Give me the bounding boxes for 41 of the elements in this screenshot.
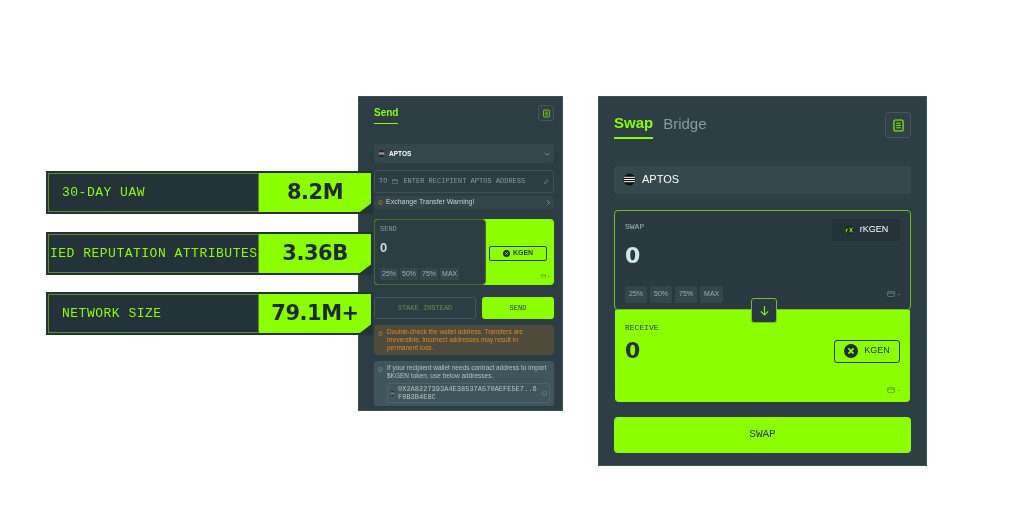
edit-icon xyxy=(543,178,549,185)
warning-icon xyxy=(378,200,383,205)
chevron-icon xyxy=(544,151,550,156)
copy-icon xyxy=(540,390,547,396)
chain-icon xyxy=(378,150,385,157)
chevron-icon xyxy=(547,200,550,205)
tab[interactable]: Swap xyxy=(614,112,654,139)
token-icon xyxy=(844,344,859,358)
stat-label: 30-DAY UAW xyxy=(62,183,145,202)
folder-icon xyxy=(392,179,399,184)
chain-icon xyxy=(390,390,395,396)
info-icon xyxy=(378,367,383,372)
history-button[interactable] xyxy=(885,112,911,138)
amount-value: 0 xyxy=(380,240,389,254)
arrow-down-icon xyxy=(758,304,770,316)
token-button[interactable]: KGEN xyxy=(834,339,900,363)
tab[interactable]: Bridge xyxy=(663,112,707,139)
swap-direction-button[interactable] xyxy=(751,297,777,323)
warning-icon xyxy=(378,331,383,336)
token-button[interactable]: rKGEN xyxy=(832,218,900,241)
amount-value: 0 xyxy=(625,340,641,362)
stat-value: 79.1M+ xyxy=(271,299,359,327)
stat-label: IED REPUTATION ATTRIBUTES xyxy=(50,244,258,263)
document-icon xyxy=(542,108,550,118)
network-selector[interactable]: APTOS xyxy=(614,165,911,194)
document-icon xyxy=(892,118,904,132)
stat-value: 8.2M xyxy=(286,178,344,206)
box-label: RECEIVE xyxy=(625,321,660,334)
stat-label: NETWORK SIZE xyxy=(62,304,162,323)
token-icon xyxy=(502,249,510,257)
chain-icon xyxy=(623,173,636,186)
amount-value: 0 xyxy=(625,244,642,267)
stat-value: 3.36B xyxy=(282,239,348,267)
token-icon xyxy=(843,224,855,235)
wallet-icon xyxy=(886,387,895,394)
swap-button[interactable]: SWAP xyxy=(614,416,911,453)
tab[interactable]: Send xyxy=(374,105,399,124)
wallet-icon xyxy=(540,273,546,278)
box-label: SWAP xyxy=(625,220,645,233)
wallet-icon xyxy=(886,291,895,298)
history-button[interactable] xyxy=(538,105,554,121)
